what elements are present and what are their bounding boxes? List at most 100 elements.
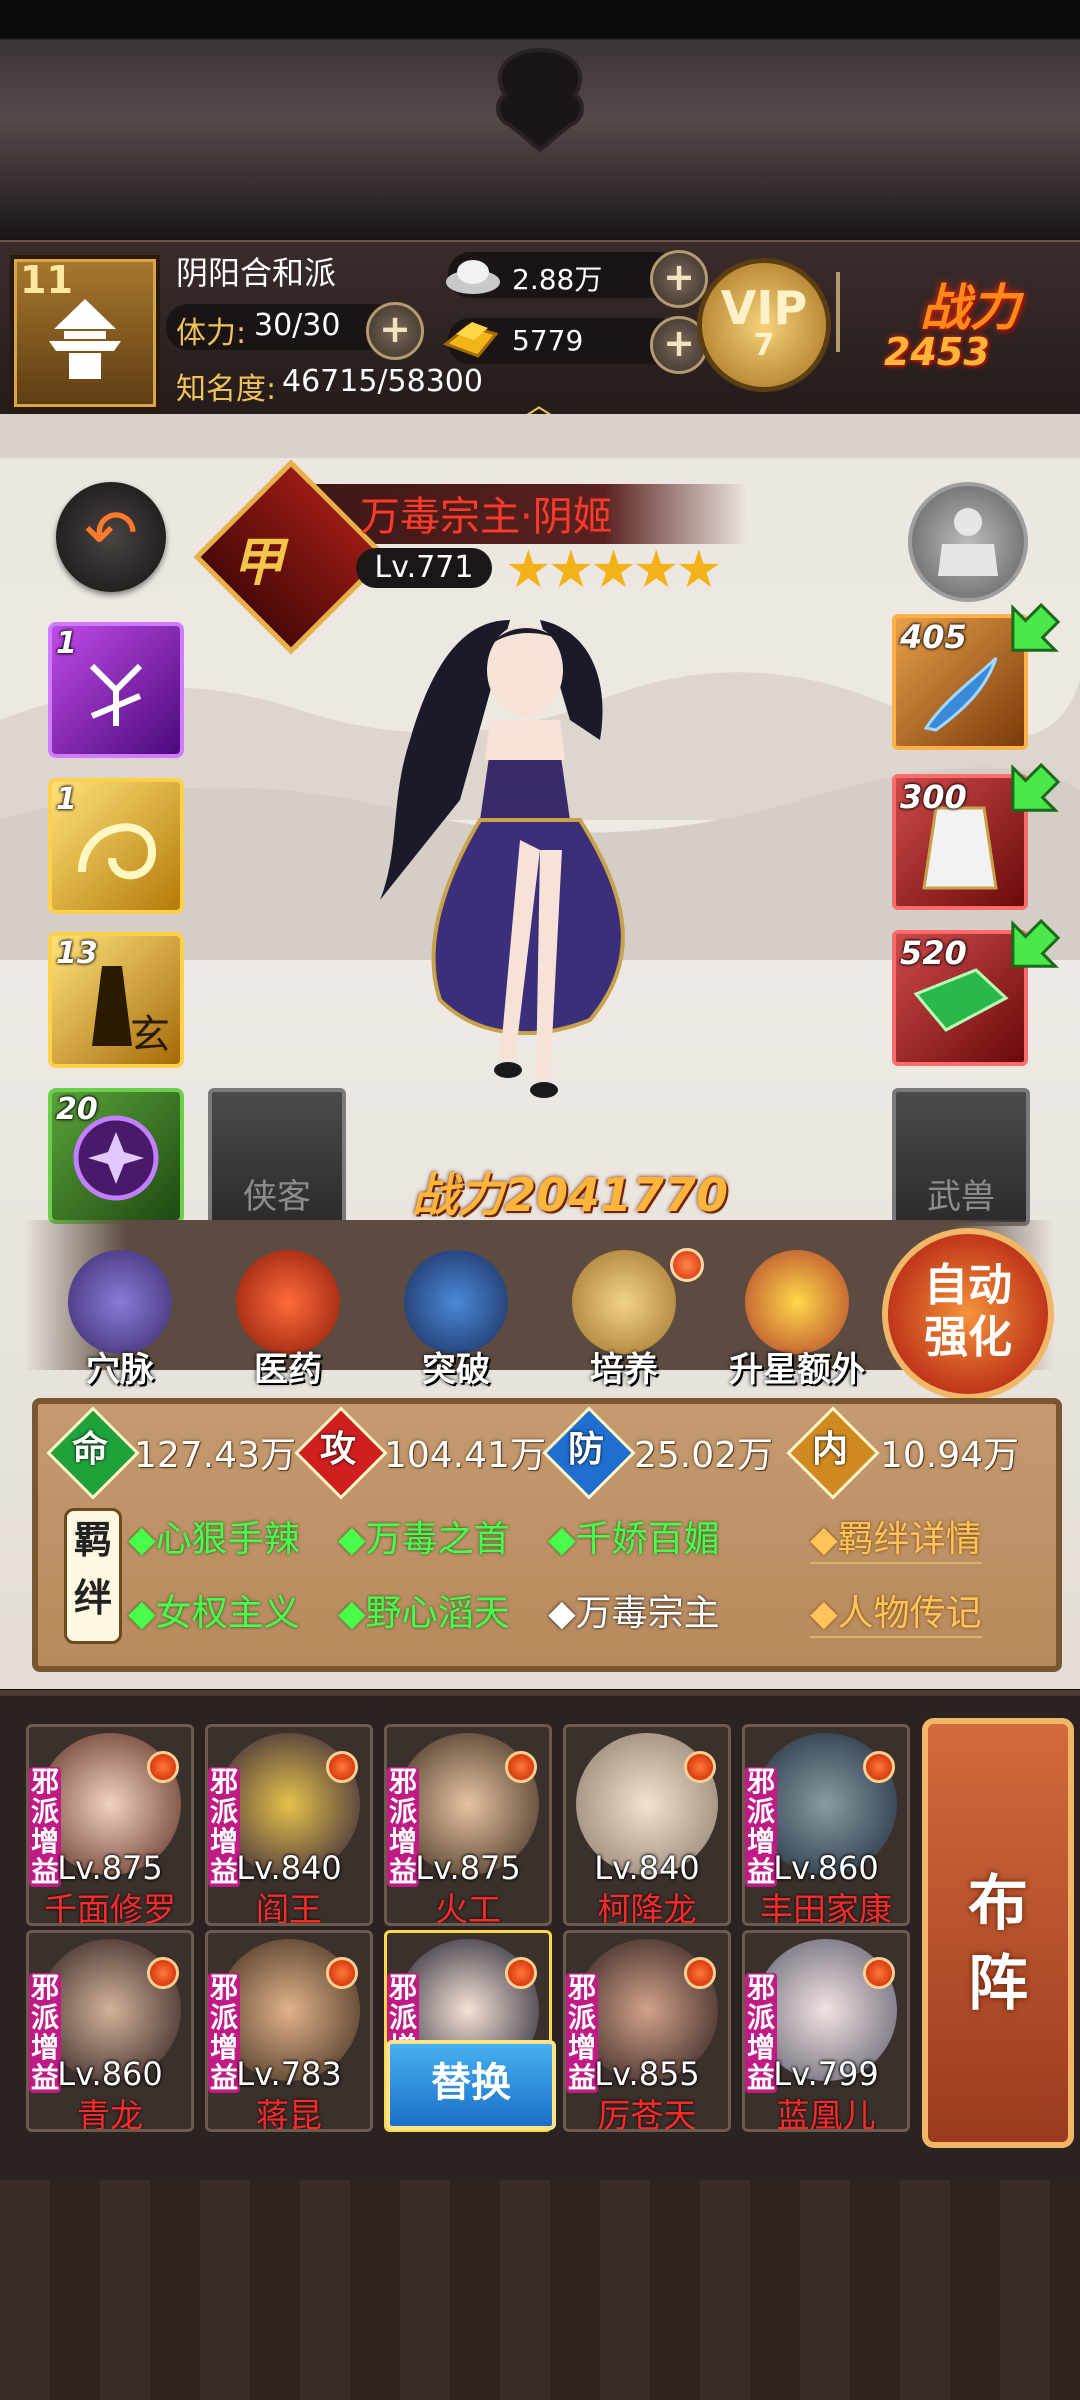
silver-icon bbox=[442, 252, 504, 298]
bond-trait: ◆女权主义 bbox=[128, 1593, 300, 1634]
hero-level: Lv.771 bbox=[356, 548, 492, 588]
hero-power-value: 2041770 bbox=[503, 1168, 729, 1222]
equip-armor-level: 300 bbox=[900, 778, 967, 816]
notification-dot bbox=[670, 1248, 704, 1282]
fame-label: 知名度: bbox=[176, 372, 277, 407]
upgrade-arrow-icon bbox=[992, 910, 1062, 980]
equip-weapon-level: 405 bbox=[900, 618, 967, 656]
roster-card[interactable]: 邪派增益 Lv.840 阎王 bbox=[205, 1724, 373, 1926]
notification-dot bbox=[326, 1957, 358, 1989]
biography-link[interactable]: ◆人物传记 bbox=[810, 1584, 982, 1638]
back-button[interactable]: ↶ bbox=[56, 482, 166, 592]
bonds-badge: 羁绊 bbox=[64, 1508, 122, 1644]
add-silver-button[interactable]: + bbox=[650, 250, 708, 308]
replace-button[interactable]: 替换 bbox=[386, 2040, 556, 2130]
skill-1-level: 1 bbox=[56, 626, 77, 661]
notification-dot bbox=[505, 1751, 537, 1783]
skill-2-level: 1 bbox=[56, 782, 77, 817]
companion-slot[interactable]: 侠客 bbox=[208, 1088, 346, 1226]
roster-card[interactable]: 邪派增益 Lv.783 蒋昆 bbox=[205, 1930, 373, 2132]
action-star-up-button[interactable]: 升星额外 bbox=[722, 1250, 872, 1400]
roster-card[interactable]: 邪派增益 Lv.860 丰田家康 bbox=[742, 1724, 910, 1926]
svg-text:玄: 玄 bbox=[130, 1012, 170, 1058]
silver-amount: 2.88万 bbox=[512, 263, 603, 296]
notification-dot bbox=[863, 1957, 895, 1989]
inner-power-value: 10.94万 bbox=[880, 1435, 1020, 1476]
roster-name: 丰田家康 bbox=[760, 1890, 892, 1926]
action-cultivate-label: 培养 bbox=[590, 1350, 658, 1390]
roster-name: 火工 bbox=[435, 1890, 501, 1926]
outfit-button[interactable] bbox=[908, 482, 1028, 602]
action-star-up-label: 升星额外 bbox=[729, 1350, 865, 1390]
attack-value: 104.41万 bbox=[384, 1435, 546, 1476]
bond-trait: ◆万毒宗主 bbox=[548, 1593, 720, 1634]
auto-enhance-label: 自动强化 bbox=[924, 1260, 1012, 1363]
roster-name: 千面修罗 bbox=[44, 1890, 176, 1926]
add-stamina-button[interactable]: + bbox=[366, 302, 424, 360]
notification-dot bbox=[147, 1751, 179, 1783]
medicine-icon bbox=[236, 1250, 340, 1354]
skill-4-level: 20 bbox=[56, 1092, 98, 1127]
skill-slot-3[interactable]: 13 玄 bbox=[48, 932, 184, 1068]
formation-button[interactable]: 布阵 bbox=[922, 1718, 1074, 2148]
roster-level: Lv.875 bbox=[57, 1849, 163, 1887]
roster-name: 柯降龙 bbox=[597, 1890, 697, 1926]
beast-slot[interactable]: 武兽 bbox=[892, 1088, 1030, 1226]
vip-badge[interactable]: VIP 7 bbox=[697, 258, 831, 392]
roster-card[interactable]: Lv.840 柯降龙 bbox=[563, 1724, 731, 1926]
panel-top-strip bbox=[0, 414, 1080, 458]
defense-icon: 防 bbox=[567, 1429, 604, 1470]
action-breakthrough-button[interactable]: 突破 bbox=[396, 1250, 516, 1400]
skill-slot-4[interactable]: 20 bbox=[48, 1088, 184, 1224]
notification-dot bbox=[147, 1957, 179, 1989]
roof-ornament-icon bbox=[496, 47, 584, 153]
roster-card[interactable]: 邪派增益 Lv.799 蓝凰儿 bbox=[742, 1930, 910, 2132]
roster-name: 青龙 bbox=[77, 2096, 143, 2132]
hero-portrait bbox=[380, 620, 625, 1098]
skill-slot-2[interactable]: 1 bbox=[48, 778, 184, 914]
upgrade-arrow-icon bbox=[992, 754, 1062, 824]
rarity-emblem-icon: 甲 bbox=[232, 533, 285, 593]
gold-amount: 5779 bbox=[512, 324, 584, 357]
gold-icon bbox=[438, 310, 504, 368]
skill-slot-1[interactable]: 1 bbox=[48, 622, 184, 758]
top-power-display: 战力 2453 bbox=[880, 262, 1080, 382]
bond-details-link[interactable]: ◆羁绊详情 bbox=[810, 1510, 982, 1564]
roster-card[interactable]: 邪派增益 Lv.860 青龙 bbox=[26, 1930, 194, 2132]
notification-dot bbox=[505, 1957, 537, 1989]
hp-icon: 命 bbox=[71, 1429, 108, 1470]
breakthrough-icon bbox=[404, 1250, 508, 1354]
roster-name: 蓝凰儿 bbox=[776, 2096, 876, 2132]
stamina-label: 体力: bbox=[176, 316, 247, 351]
formation-label: 布阵 bbox=[968, 1869, 1028, 2019]
action-meridian-button[interactable]: 穴脉 bbox=[60, 1250, 180, 1400]
meridian-icon bbox=[68, 1250, 172, 1354]
cultivate-icon bbox=[572, 1250, 676, 1354]
sect-name: 阴阳合和派 bbox=[176, 254, 337, 292]
notification-dot bbox=[684, 1751, 716, 1783]
action-cultivate-button[interactable]: 培养 bbox=[564, 1250, 684, 1400]
roster-name: 蒋昆 bbox=[256, 2096, 322, 2132]
hero-title: 万毒宗主·阴姬 bbox=[360, 494, 613, 540]
roster-card[interactable]: 邪派增益 Lv.875 火工 bbox=[384, 1724, 552, 1926]
sect-rank-number: 11 bbox=[20, 258, 73, 302]
auto-enhance-button[interactable]: 自动强化 bbox=[882, 1228, 1054, 1400]
vip-level: 7 bbox=[753, 328, 775, 363]
hero-stars-icon: ★★★★★ bbox=[505, 540, 722, 600]
action-medicine-button[interactable]: 医药 bbox=[228, 1250, 348, 1400]
bond-trait: ◆心狠手辣 bbox=[128, 1519, 300, 1560]
bond-trait: ◆万毒之首 bbox=[338, 1519, 510, 1560]
action-meridian-label: 穴脉 bbox=[86, 1350, 154, 1390]
roster-level: Lv.855 bbox=[594, 2055, 700, 2093]
roster-card[interactable]: 邪派增益 Lv.875 千面修罗 bbox=[26, 1724, 194, 1926]
equip-book-level: 520 bbox=[900, 934, 967, 972]
action-medicine-label: 医药 bbox=[254, 1350, 322, 1390]
roster-level: Lv.875 bbox=[415, 1849, 521, 1887]
hero-power: 战力2041770 bbox=[360, 1162, 780, 1228]
roster-level: Lv.799 bbox=[773, 2055, 879, 2093]
vip-label: VIP bbox=[720, 281, 808, 335]
bond-trait: ◆野心滔天 bbox=[338, 1593, 510, 1634]
bottom-decoration bbox=[0, 2180, 1080, 2400]
star-up-icon bbox=[745, 1250, 849, 1354]
roster-card[interactable]: 邪派增益 Lv.855 厉苍天 bbox=[563, 1930, 731, 2132]
